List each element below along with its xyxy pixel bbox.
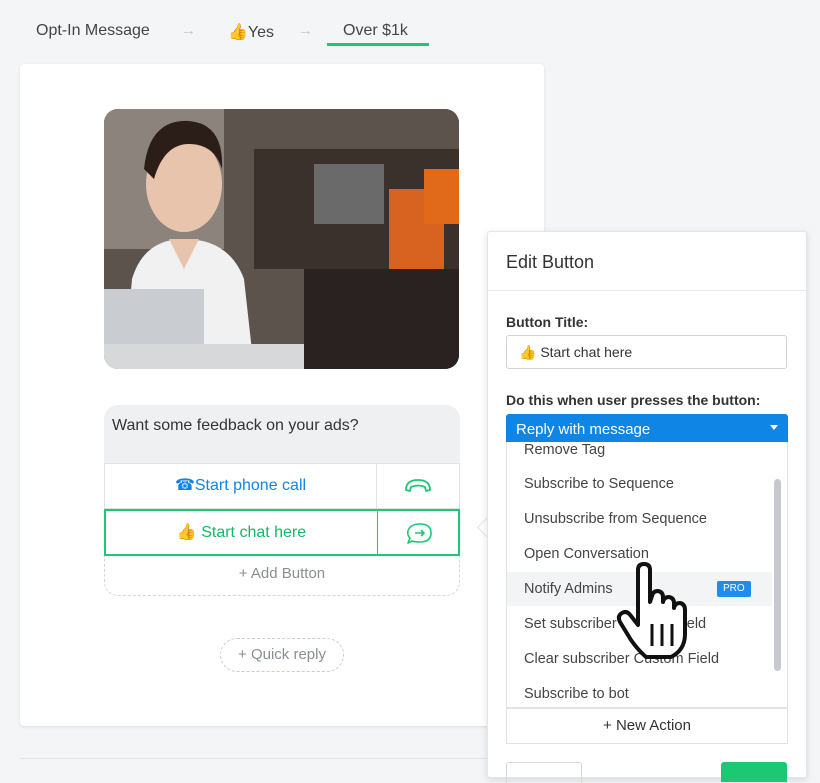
pro-badge: PRO [717,581,751,597]
option-subscribe-bot[interactable]: Subscribe to bot [507,677,772,707]
chevron-down-icon [770,425,778,430]
breadcrumb-arrow-icon: → [181,22,196,39]
breadcrumb-active-underline [327,43,429,46]
breadcrumb-item-opt-in[interactable]: Opt-In Message [36,22,150,40]
action-select[interactable]: Reply with message [506,414,788,442]
breadcrumb: Opt-In Message → 👍Yes → Over $1k [0,0,820,56]
panel-title: Edit Button [506,252,595,272]
dropdown-scrollbar[interactable] [774,479,781,671]
breadcrumb-item-yes[interactable]: 👍Yes [228,22,274,42]
button-title-input[interactable]: 👍 Start chat here [506,335,787,369]
divider [376,464,377,508]
divider [20,758,488,759]
add-button[interactable]: + Add Button [104,556,460,596]
breadcrumb-item-over-1k[interactable]: Over $1k [343,22,408,40]
start-chat-button[interactable]: 👍 Start chat here [104,509,460,556]
cancel-button[interactable] [506,762,582,783]
option-remove-tag[interactable]: Remove Tag [507,442,772,467]
option-unsubscribe-sequence[interactable]: Unsubscribe from Sequence [507,502,772,536]
button-title-label: Button Title: [506,314,589,330]
message-text[interactable]: Want some feedback on your ads? [104,405,460,463]
message-image[interactable] [104,109,459,369]
edit-button-panel: Edit Button Button Title: 👍 Start chat h… [487,231,807,783]
done-button[interactable] [721,762,787,782]
phone-icon [405,479,431,492]
option-subscribe-sequence[interactable]: Subscribe to Sequence [507,467,772,501]
message-block: Want some feedback on your ads? ☎Start p… [104,405,460,596]
start-chat-button-label: 👍 Start chat here [176,524,307,541]
divider [377,511,378,554]
woman-at-laptop-photo [104,109,459,369]
new-action-button[interactable]: + New Action [506,708,788,744]
phone-call-button-label: ☎Start phone call [174,477,307,494]
breadcrumb-arrow-icon: → [298,22,313,39]
chat-bubble-icon [406,523,432,544]
hand-pointer-cursor-icon [616,562,687,659]
divider [488,290,806,291]
phone-call-button[interactable]: ☎Start phone call [104,463,460,509]
action-select-value: Reply with message [516,421,651,438]
action-label: Do this when user presses the button: [506,392,761,408]
option-notify-admins-label: Notify Admins [524,581,613,597]
quick-reply-button[interactable]: + Quick reply [220,638,344,672]
